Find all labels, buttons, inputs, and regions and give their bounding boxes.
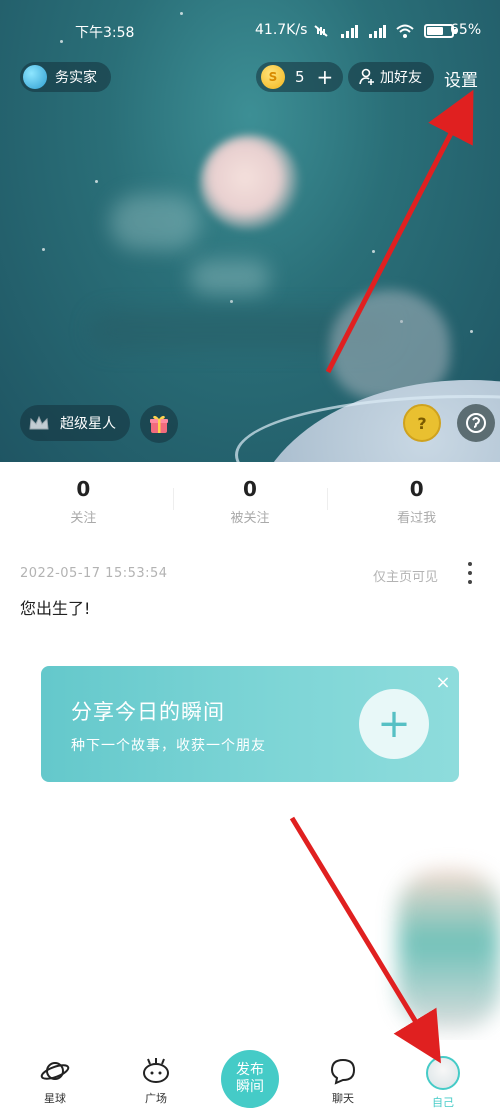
profile-stats: 0 关注 0 被关注 0 看过我 (0, 470, 500, 530)
nav-label-chat: 聊天 (332, 1092, 354, 1105)
cat-question-icon: ? (417, 413, 427, 433)
stat-followers[interactable]: 0 被关注 (167, 470, 334, 530)
close-icon[interactable]: × (433, 672, 453, 693)
coin-balance[interactable]: S 5 + (256, 62, 344, 92)
stats-divider (173, 488, 174, 510)
coin-icon: S (261, 65, 285, 89)
status-time: 下午3:58 (75, 25, 135, 41)
battery-percent: 65% (450, 22, 482, 38)
following-count: 0 (76, 477, 91, 501)
following-label: 关注 (70, 511, 97, 526)
square-icon (143, 1058, 169, 1083)
chat-icon (330, 1058, 356, 1085)
blurred-floating-widget[interactable] (398, 870, 500, 1030)
voice-button[interactable] (457, 404, 495, 442)
add-friend-button[interactable]: 加好友 (348, 62, 434, 92)
post-text: 您出生了! (20, 599, 91, 618)
coin-count: 5 (295, 68, 305, 86)
add-friend-label: 加好友 (380, 70, 422, 86)
followers-count: 0 (243, 477, 257, 501)
stat-visitors[interactable]: 0 看过我 (333, 470, 500, 530)
visitors-count: 0 (409, 477, 424, 501)
vip-label: 超级星人 (60, 416, 116, 432)
settings-button[interactable]: 设置 (444, 66, 478, 91)
title-badge[interactable]: 务实家 (20, 62, 111, 92)
followers-label: 被关注 (230, 511, 270, 526)
planet-icon (40, 1062, 70, 1080)
more-options-icon[interactable] (462, 562, 478, 584)
share-add-button[interactable]: + (359, 689, 429, 759)
nav-item-chat[interactable]: 聊天 (313, 1056, 373, 1106)
publish-label-line1: 发布 (236, 1062, 264, 1078)
post-visibility: 仅主页可见 (373, 570, 439, 585)
mute-icon (314, 25, 328, 37)
mystery-cat-button[interactable]: ? (403, 404, 441, 442)
add-coins-icon[interactable]: + (317, 67, 334, 87)
nav-label-planet: 星球 (44, 1092, 66, 1105)
self-avatar-icon (426, 1056, 460, 1090)
publish-label-line2: 瞬间 (236, 1079, 264, 1095)
share-card-title: 分享今日的瞬间 (71, 700, 225, 724)
share-card-subtitle: 种下一个故事，收获一个朋友 (71, 738, 266, 754)
wifi-icon (396, 24, 414, 38)
gift-button[interactable] (140, 405, 178, 443)
stat-following[interactable]: 0 关注 (0, 470, 167, 530)
publish-button[interactable]: 发布 瞬间 (221, 1050, 279, 1108)
ear-icon (466, 413, 486, 433)
badge-gem-icon (23, 65, 47, 89)
add-friend-icon (359, 68, 374, 85)
status-icons (312, 24, 457, 38)
signal-icon-2 (369, 25, 386, 38)
nav-label-self: 自己 (432, 1096, 454, 1109)
nav-item-self[interactable]: 自己 (413, 1056, 473, 1110)
nav-item-square[interactable]: 广场 (126, 1056, 186, 1106)
status-bar: 下午3:58 41.7K/s 65% (0, 22, 500, 44)
post-timestamp: 2022-05-17 15:53:54 (20, 566, 168, 581)
gift-icon (150, 415, 168, 433)
stats-divider (327, 488, 328, 510)
badge-label: 务实家 (55, 70, 97, 86)
vip-badge[interactable]: 超级星人 (20, 405, 130, 441)
nav-item-planet[interactable]: 星球 (25, 1056, 85, 1106)
blurred-profile-avatar[interactable] (200, 135, 300, 230)
signal-icon (341, 25, 358, 38)
network-speed: 41.7K/s (255, 22, 308, 38)
share-moment-card[interactable]: 分享今日的瞬间 种下一个故事，收获一个朋友 + × (41, 666, 459, 782)
bottom-nav: 星球 广场 发布 瞬间 聊天 自己 (0, 1040, 500, 1111)
nav-label-square: 广场 (145, 1092, 167, 1105)
crown-icon (29, 415, 49, 430)
visitors-label: 看过我 (397, 511, 437, 526)
